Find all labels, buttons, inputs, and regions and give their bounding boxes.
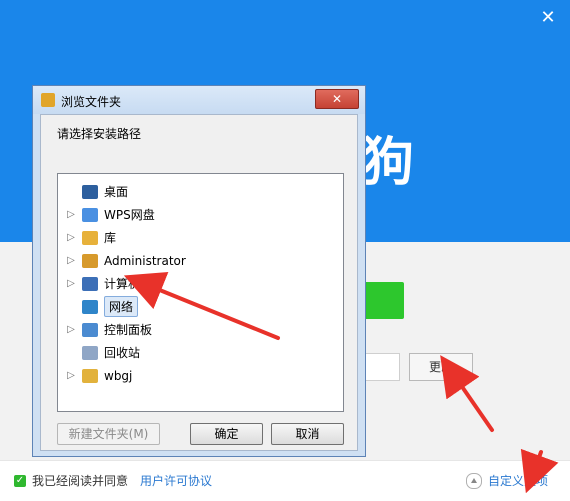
desktop-icon (82, 184, 98, 199)
folder-tree-label: 控制面板 (104, 323, 153, 337)
folder-tree-item[interactable]: 网络 (58, 295, 343, 318)
cloud-icon (82, 207, 98, 222)
ok-button[interactable]: 确定 (190, 423, 263, 445)
folder-tree-label: wbgj (104, 368, 133, 383)
expand-arrow-icon[interactable]: ▷ (66, 278, 76, 289)
folder-icon (41, 93, 55, 107)
brand-logo-text: 狗 (362, 133, 415, 193)
folder-tree-item[interactable]: ▷ wbgj (58, 364, 343, 387)
folder-icon (82, 368, 98, 383)
install-button[interactable] (362, 282, 404, 319)
folder-tree-label: 网络 (104, 296, 139, 317)
license-link[interactable]: 用户许可协议 (140, 472, 212, 489)
expand-arrow-icon[interactable]: ▷ (66, 370, 76, 381)
expand-arrow-icon[interactable]: ▷ (66, 232, 76, 243)
custom-options-link[interactable]: 自定义选项 (465, 472, 548, 489)
folder-tree-item[interactable]: 桌面 (58, 180, 343, 203)
agreement: ✓ 我已经阅读并同意 用户许可协议 (14, 472, 212, 489)
folder-tree[interactable]: 桌面 ▷ WPS网盘 ▷ 库 ▷ Administrator ▷ 计算机 网络 ▷ 控制面板 回收站 ▷ w… (57, 173, 344, 412)
chevron-up-icon (465, 472, 482, 489)
installer-close-button[interactable]: ✕ (538, 8, 558, 28)
folder-tree-label: WPS网盘 (104, 208, 155, 222)
cancel-button[interactable]: 取消 (271, 423, 344, 445)
user-folder-icon (82, 253, 98, 268)
dialog-titlebar: 浏览文件夹 ✕ (33, 86, 365, 114)
dialog-close-button[interactable]: ✕ (315, 89, 359, 109)
expand-arrow-icon[interactable]: ▷ (66, 255, 76, 266)
folder-tree-label: Administrator (104, 253, 186, 268)
network-icon (82, 299, 98, 314)
library-icon (82, 230, 98, 245)
control-panel-icon (82, 322, 98, 337)
agree-text: 我已经阅读并同意 (32, 474, 129, 488)
folder-tree-item[interactable]: 回收站 (58, 341, 343, 364)
agree-checkbox[interactable]: ✓ (14, 474, 26, 487)
folder-tree-label: 库 (104, 231, 117, 245)
folder-tree-item[interactable]: ▷ 控制面板 (58, 318, 343, 341)
browse-folder-dialog: 浏览文件夹 ✕ 请选择安装路径 桌面 ▷ WPS网盘 ▷ 库 ▷ Administrator… (32, 85, 366, 457)
dialog-client: 请选择安装路径 桌面 ▷ WPS网盘 ▷ 库 ▷ Administrator ▷ 计算机 网络 ▷ 控… (40, 114, 358, 451)
folder-tree-label: 桌面 (104, 185, 129, 199)
expand-arrow-icon[interactable]: ▷ (66, 209, 76, 220)
folder-tree-item[interactable]: ▷ 计算机 (58, 272, 343, 295)
install-path-input[interactable] (362, 353, 400, 381)
folder-tree-item[interactable]: ▷ 库 (58, 226, 343, 249)
folder-tree-label: 计算机 (104, 277, 141, 291)
dialog-prompt: 请选择安装路径 (57, 127, 142, 141)
dialog-title: 浏览文件夹 (61, 95, 122, 109)
expand-arrow-icon[interactable]: ▷ (66, 324, 76, 335)
folder-tree-item[interactable]: ▷ WPS网盘 (58, 203, 343, 226)
new-folder-button[interactable]: 新建文件夹(M) (57, 423, 160, 445)
custom-options-label: 自定义选项 (487, 474, 548, 488)
folder-tree-label: 回收站 (104, 346, 141, 360)
computer-icon (82, 276, 98, 291)
folder-tree-item[interactable]: ▷ Administrator (58, 249, 343, 272)
change-path-button[interactable]: 更改 (409, 353, 473, 381)
recycle-bin-icon (82, 345, 98, 360)
